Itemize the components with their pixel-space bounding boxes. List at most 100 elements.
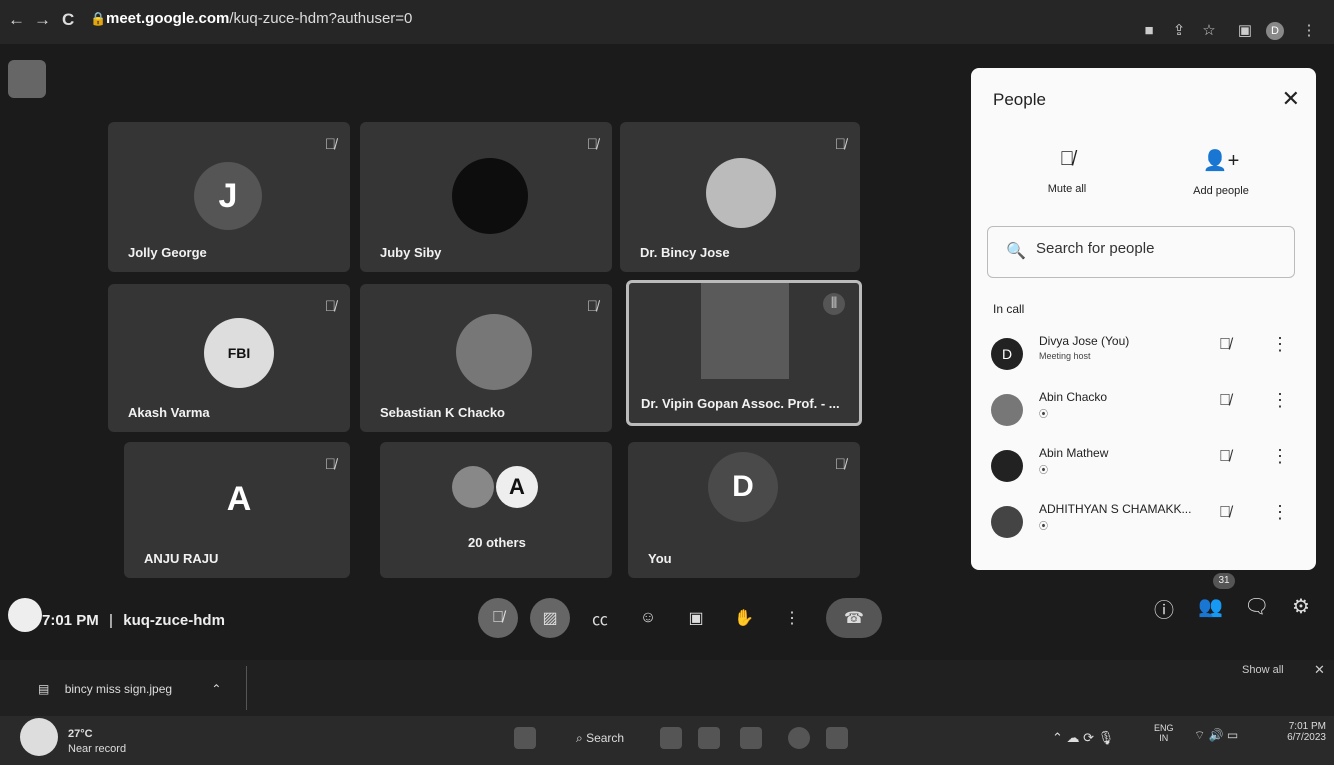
show-all-link[interactable]: Show all (1242, 664, 1284, 676)
participant-tile[interactable]: A 🎙̸ ANJU RAJU (124, 442, 350, 578)
lock-icon: 🔒 (90, 11, 107, 26)
raise-hand-button[interactable]: ✋ (724, 598, 764, 638)
app-icon[interactable] (826, 727, 848, 749)
participant-tile[interactable]: 🎙̸ Dr. Bincy Jose (620, 122, 860, 272)
search-icon: 🔍 (1006, 243, 1026, 260)
more-options-icon[interactable]: ⋮ (1271, 334, 1289, 355)
info-icon[interactable]: ⓘ (1154, 594, 1174, 623)
language-indicator[interactable]: ENG IN (1154, 723, 1174, 743)
participant-name: You (648, 551, 672, 566)
self-tile[interactable]: D 🎙̸ You (628, 442, 860, 578)
more-options-icon[interactable]: ⋮ (1271, 502, 1289, 523)
search-input[interactable] (1034, 239, 1278, 258)
start-icon[interactable] (514, 727, 536, 749)
participant-tile[interactable]: FBI 🎙̸ Akash Varma (108, 284, 350, 432)
present-button[interactable]: ▣ (676, 598, 716, 638)
participant-name: 20 others (468, 535, 526, 550)
more-options-button[interactable]: ⋮ (772, 598, 812, 638)
address-bar[interactable]: meet.google.com/kuq-zuce-hdm?authuser=0 (106, 10, 412, 27)
mute-all-label: Mute all (1047, 183, 1087, 195)
app-icon[interactable] (698, 727, 720, 749)
avatar (452, 158, 528, 234)
participant-tile[interactable]: 🎙̸ Sebastian K Chacko (360, 284, 612, 432)
mic-off-icon: 🎙̸ (834, 456, 846, 473)
list-item[interactable]: D Divya Jose (You) Meeting host 🎙̸ ⋮ (971, 324, 1316, 380)
participant-tile-speaking[interactable]: ⦀ Dr. Vipin Gopan Assoc. Prof. - ... (626, 280, 862, 426)
avatar: D (708, 452, 778, 522)
camera-toggle-button[interactable]: ▨ (530, 598, 570, 638)
mic-toggle-button[interactable]: 🎙̸ (478, 598, 518, 638)
others-tile[interactable]: A 20 others (380, 442, 612, 578)
speaking-icon: ⦀ (823, 293, 845, 315)
chevron-up-icon[interactable]: ⌃ (211, 682, 221, 696)
avatar: A (496, 466, 538, 508)
reload-icon[interactable]: C (62, 10, 74, 30)
sidepanel-icon[interactable]: ▣ (1236, 22, 1254, 40)
more-options-icon[interactable]: ⋮ (1271, 390, 1289, 411)
mic-off-icon[interactable]: 🎙̸ (1219, 392, 1231, 410)
system-tray[interactable]: ⌔ 🔊 ▭ (1194, 728, 1238, 743)
close-icon[interactable]: ✕ (1282, 86, 1300, 112)
people-icon[interactable]: 👥 (1198, 594, 1223, 619)
tray-icons[interactable]: ⌃ ☁ ⟳ 🎙 (1052, 730, 1114, 746)
star-icon[interactable]: ☆ (1200, 22, 1218, 40)
list-item[interactable]: Abin Mathew ⦿ 🎙̸ ⋮ (971, 436, 1316, 492)
status-icon: ⦿ (1039, 409, 1049, 419)
mute-all-button[interactable]: 🎙̸ Mute all (1007, 148, 1127, 195)
mic-off-icon[interactable]: 🎙̸ (1219, 504, 1231, 522)
activities-icon[interactable]: ⚙ (1292, 594, 1310, 619)
add-people-label: Add people (1193, 185, 1249, 197)
mic-off-icon: 🎙̸ (324, 136, 336, 153)
people-panel: People ✕ 🎙̸ Mute all 👤+ Add people 🔍 In … (971, 68, 1316, 570)
avatar: D (991, 338, 1023, 370)
list-item[interactable]: Abin Chacko ⦿ 🎙̸ ⋮ (971, 380, 1316, 436)
taskbar-search[interactable]: ⌕ Search (576, 731, 624, 746)
participant-tile[interactable]: 🎙̸ Juby Siby (360, 122, 612, 272)
chrome-icon[interactable] (788, 727, 810, 749)
forward-icon[interactable]: → (34, 10, 51, 30)
people-count-badge: 31 (1213, 573, 1235, 589)
weather-icon[interactable] (20, 718, 58, 756)
file-explorer-icon[interactable] (740, 727, 762, 749)
more-options-icon[interactable]: ⋮ (1271, 446, 1289, 467)
meeting-code: kuq-zuce-hdm (123, 612, 225, 629)
meeting-time: 7:01 PM (42, 612, 99, 629)
back-icon[interactable]: ← (8, 10, 25, 30)
close-icon[interactable]: ✕ (1314, 662, 1325, 678)
search-box: 🔍 (987, 226, 1295, 278)
section-label: In call (993, 302, 1025, 316)
mic-off-icon[interactable]: 🎙̸ (1219, 336, 1231, 354)
participant-name: Dr. Bincy Jose (640, 245, 730, 260)
camera-off-icon[interactable] (8, 60, 46, 98)
camera-icon[interactable]: ■ (1140, 22, 1158, 40)
captions-button[interactable]: ㏄ (580, 598, 620, 638)
search-label: Search (586, 731, 625, 745)
participant-name: Dr. Vipin Gopan Assoc. Prof. - ... (641, 396, 840, 411)
profile-avatar[interactable]: D (1266, 22, 1284, 40)
participant-tile[interactable]: J 🎙̸ Jolly George (108, 122, 350, 272)
clock-date: 6/7/2023 (1287, 732, 1326, 743)
separator: | (108, 612, 114, 629)
temperature: 27°C (68, 728, 93, 740)
list-item[interactable]: ADHITHYAN S CHAMAKK... ⦿ 🎙̸ ⋮ (971, 492, 1316, 548)
emoji-button[interactable]: ☺ (628, 598, 668, 638)
share-icon[interactable]: ⇪ (1170, 22, 1188, 40)
language-code: ENG (1154, 723, 1174, 733)
leave-call-button[interactable]: ☎ (826, 598, 882, 638)
download-item[interactable]: ▤ bincy miss sign.jpeg ⌃ (38, 682, 221, 696)
clock[interactable]: 7:01 PM 6/7/2023 (1276, 721, 1326, 743)
search-icon: ⌕ (576, 731, 587, 745)
participant-name: Divya Jose (You) (1039, 334, 1130, 348)
mic-off-icon[interactable]: 🎙̸ (1219, 448, 1231, 466)
participant-name: ANJU RAJU (144, 551, 219, 566)
avatar: FBI (204, 318, 274, 388)
app-icon[interactable] (660, 727, 682, 749)
add-people-button[interactable]: 👤+ Add people (1161, 148, 1281, 197)
participant-name: ADHITHYAN S CHAMAKK... (1039, 502, 1192, 516)
chat-icon[interactable]: 🗨 (1244, 594, 1269, 619)
status-icon: ⦿ (1039, 521, 1049, 531)
avatar (991, 450, 1023, 482)
panel-title: People (993, 90, 1046, 109)
participant-name: Abin Mathew (1039, 446, 1109, 460)
menu-icon[interactable]: ⋮ (1300, 22, 1318, 40)
